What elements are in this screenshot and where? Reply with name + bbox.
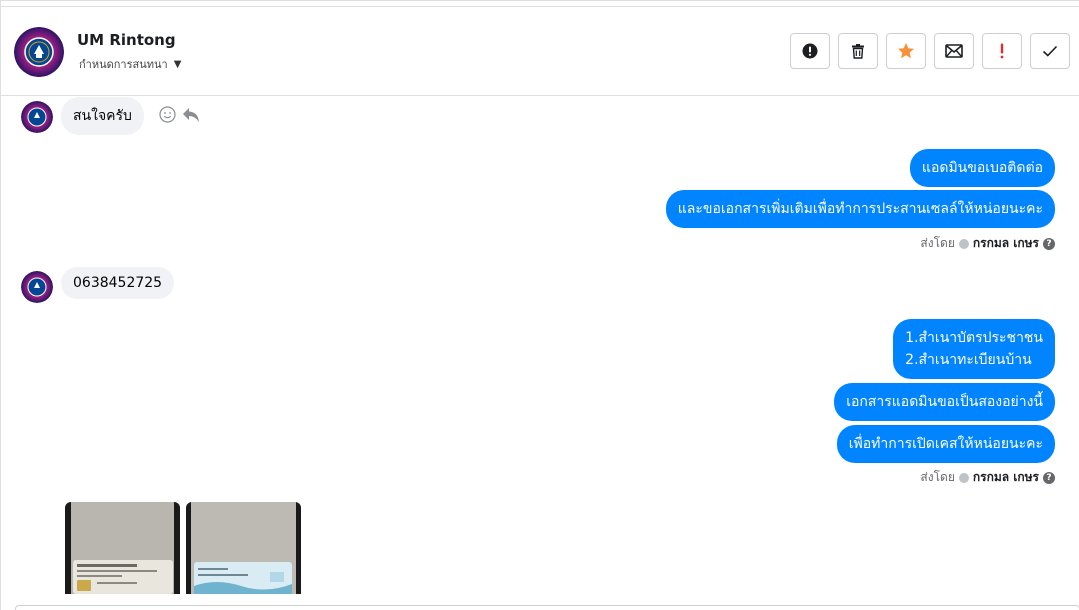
image-attachment-house-registration[interactable] xyxy=(186,502,301,594)
trash-icon xyxy=(852,44,864,59)
conversation-label-dropdown[interactable]: กำหนดการสนทนา ▼ xyxy=(79,55,181,73)
reply-icon[interactable] xyxy=(182,107,200,123)
sender-avatar xyxy=(21,271,53,303)
conversation-header: UM Rintong กำหนดการสนทนา ▼ xyxy=(1,6,1079,96)
sender-name: กรกมล เกษร xyxy=(972,236,1039,250)
help-icon[interactable]: ? xyxy=(1043,471,1055,484)
inbox-conversation-panel: UM Rintong กำหนดการสนทนา ▼ สนใจครับ แอดม… xyxy=(0,0,1079,610)
sent-by-prefix: ส่งโดย xyxy=(920,470,955,484)
sent-by-prefix: ส่งโดย xyxy=(920,236,955,250)
message-line: 2.สำเนาทะเบียนบ้าน xyxy=(905,352,1032,368)
message-line: 1.สำเนาบัตรประชาชน xyxy=(905,330,1043,346)
outgoing-message[interactable]: 1.สำเนาบัตรประชาชน 2.สำเนาทะเบียนบ้าน xyxy=(893,319,1055,379)
image-attachment-id-card[interactable] xyxy=(65,502,180,594)
message-thread[interactable]: สนใจครับ แอดมินขอเบอติดต่อ และขอเอกสารเพ… xyxy=(1,97,1079,610)
done-button[interactable] xyxy=(1030,33,1070,69)
user-status-icon xyxy=(958,472,969,483)
envelope-icon xyxy=(945,44,963,58)
incoming-message[interactable]: สนใจครับ xyxy=(61,97,144,135)
message-actions xyxy=(159,106,200,123)
incoming-message[interactable]: 0638452725 xyxy=(61,267,175,299)
delete-button[interactable] xyxy=(838,33,878,69)
user-status-icon xyxy=(958,238,969,249)
caret-down-icon: ▼ xyxy=(173,58,182,70)
conversation-toolbar xyxy=(790,33,1070,69)
sender-name: กรกมล เกษร xyxy=(972,470,1039,484)
outgoing-message[interactable]: เพื่อทำการเปิดเคสให้หน่อยนะคะ xyxy=(836,425,1055,463)
sender-avatar xyxy=(21,101,53,133)
star-button[interactable] xyxy=(886,33,926,69)
checkmark-icon xyxy=(1042,45,1058,57)
outgoing-message[interactable]: เอกสารแอดมินขอเป็นสองอย่างนี้ xyxy=(834,383,1055,421)
mark-unread-button[interactable] xyxy=(934,33,974,69)
report-button[interactable] xyxy=(790,33,830,69)
contact-avatar[interactable] xyxy=(14,27,64,77)
star-icon xyxy=(898,43,914,59)
sent-by-line: ส่งโดย กรกมล เกษร ? xyxy=(920,234,1055,253)
help-icon[interactable]: ? xyxy=(1043,237,1055,250)
reply-composer[interactable] xyxy=(15,605,1079,610)
conversation-label-text: กำหนดการสนทนา xyxy=(79,58,168,71)
contact-name: UM Rintong xyxy=(77,31,176,49)
important-button[interactable] xyxy=(982,33,1022,69)
sent-by-line: ส่งโดย กรกมล เกษร ? xyxy=(920,468,1055,487)
emoji-reaction-icon[interactable] xyxy=(159,106,176,123)
exclamation-circle-icon xyxy=(802,43,818,59)
outgoing-message[interactable]: และขอเอกสารเพิ่มเติมเพื่อทำการประสานเซลล… xyxy=(665,190,1055,228)
outgoing-message[interactable]: แอดมินขอเบอติดต่อ xyxy=(909,149,1055,187)
exclamation-icon xyxy=(1000,43,1004,59)
